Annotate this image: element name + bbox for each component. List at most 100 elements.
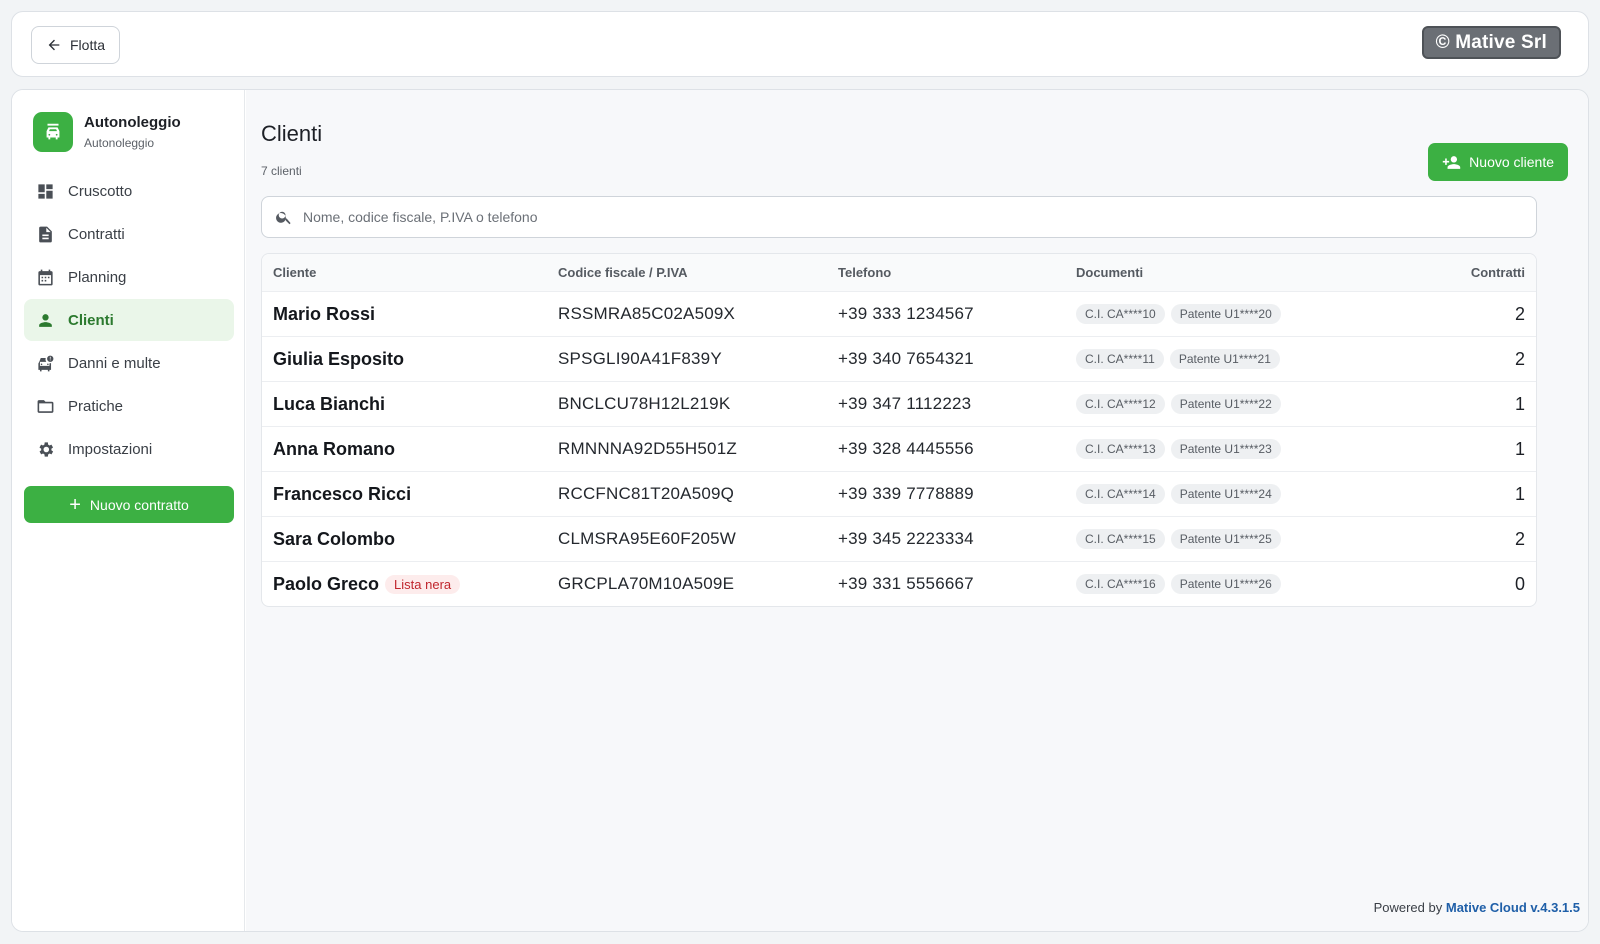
client-name[interactable]: Paolo Greco [273,574,379,595]
document-icon [39,226,52,242]
cell-cliente: Paolo Greco Lista nera [262,574,558,595]
cell-cliente: Anna Romano [262,439,558,460]
sidebar-item-cruscotto[interactable]: Cruscotto [24,170,234,212]
client-name[interactable]: Sara Colombo [273,529,395,550]
cell-telefono: +39 331 5556667 [838,574,974,593]
document-chip-ci: C.I. CA****11 [1076,349,1164,369]
arrow-left-icon [48,39,60,51]
sidebar-nav: Cruscotto Contratti Planning Clienti Dan… [24,170,234,471]
footer-brand-link[interactable]: Mative Cloud v.4.3.1.5 [1446,900,1580,915]
cell-cliente: Luca Bianchi [262,394,558,415]
table-row[interactable]: Sara Colombo CLMSRA95E60F205W +39 345 2223… [262,516,1536,561]
footer: Powered by Mative Cloud v.4.3.1.5 [1374,900,1580,915]
client-count: 7 clienti [261,164,302,178]
document-chip-patente: Patente U1****20 [1170,304,1281,324]
document-chip-ci: C.I. CA****12 [1076,394,1165,414]
cell-telefono: +39 328 4445556 [838,439,974,458]
gear-icon [39,441,54,457]
car-logo-icon [33,112,73,152]
sidebar-item-pratiche[interactable]: Pratiche [24,385,234,427]
search-icon [276,211,291,225]
cell-codice-fiscale: CLMSRA95E60F205W [558,529,736,548]
cell-documenti: C.I. CA****15 Patente U1****25 [1076,529,1406,549]
cell-contratti: 1 [1514,483,1525,504]
table-row[interactable]: Mario Rossi RSSMRA85C02A509X +39 333 12345… [262,291,1536,336]
car-damage-icon [38,355,54,371]
column-header-codice-fiscale[interactable]: Codice fiscale / P.IVA [558,265,838,280]
cell-documenti: C.I. CA****11 Patente U1****21 [1076,349,1406,369]
cell-codice-fiscale: GRCPLA70M10A509E [558,574,735,593]
table-header: Cliente Codice fiscale / P.IVA Telefono … [262,254,1536,291]
cell-documenti: C.I. CA****10 Patente U1****20 [1076,304,1406,324]
document-chip-ci: C.I. CA****15 [1076,529,1165,549]
cell-telefono: +39 345 2223334 [838,529,974,548]
document-chip-ci: C.I. CA****16 [1076,574,1165,594]
back-button[interactable]: Flotta [31,26,121,64]
client-name[interactable]: Luca Bianchi [273,394,385,415]
new-client-button[interactable]: Nuovo cliente [1428,143,1568,181]
cell-documenti: C.I. CA****12 Patente U1****22 [1076,394,1406,414]
document-chip-patente: Patente U1****25 [1170,529,1281,549]
cell-documenti: C.I. CA****13 Patente U1****23 [1076,439,1406,459]
cell-cliente: Giulia Esposito [262,349,558,370]
document-chip-patente: Patente U1****23 [1170,439,1281,459]
client-name[interactable]: Anna Romano [273,439,395,460]
new-contract-label: Nuovo contratto [89,496,189,513]
plus-icon: + [69,493,81,516]
sidebar-item-contratti[interactable]: Contratti [24,213,234,255]
cell-cliente: Mario Rossi [262,304,558,325]
sidebar-item-label: Contratti [68,225,125,243]
column-header-cliente[interactable]: Cliente [262,265,558,280]
client-name[interactable]: Mario Rossi [273,304,375,325]
copyright-badge: © Mative Srl [1421,26,1561,59]
back-label: Flotta [70,37,106,53]
top-bar: Flotta © Mative Srl [11,11,1589,77]
folder-icon [37,399,54,413]
sidebar-item-label: Pratiche [68,397,124,415]
table-row[interactable]: Giulia Esposito SPSGLI90A41F839Y +39 340 7… [262,336,1536,381]
column-header-telefono[interactable]: Telefono [838,265,1076,280]
cell-contratti: 0 [1514,573,1525,594]
main-content: Clienti 7 clienti Nuovo cliente Cliente … [246,90,1588,931]
document-chip-patente: Patente U1****22 [1170,394,1281,414]
search-input[interactable] [303,209,1503,225]
search-bar [261,196,1537,238]
sidebar-item-planning[interactable]: Planning [24,256,234,298]
table-row[interactable]: Luca Bianchi BNCLCU78H12L219K +39 347 1112… [262,381,1536,426]
sidebar: Autonoleggio Autonoleggio Cruscotto Cont… [12,90,245,931]
cell-telefono: +39 347 1112223 [838,394,972,413]
cell-cliente: Francesco Ricci [262,484,558,505]
cell-contratti: 2 [1514,348,1525,369]
blacklist-badge: Lista nera [385,574,461,594]
sidebar-item-label: Cruscotto [68,182,133,200]
cell-codice-fiscale: BNCLCU78H12L219K [558,394,731,413]
cell-cliente: Sara Colombo [262,529,558,550]
table-row[interactable]: Anna Romano RMNNNA92D55H501Z +39 328 44455… [262,426,1536,471]
sidebar-item-impostazioni[interactable]: Impostazioni [24,428,234,470]
sidebar-item-danni-e-multe[interactable]: Danni e multe [24,342,234,384]
column-header-documenti[interactable]: Documenti [1076,265,1406,280]
cell-codice-fiscale: RSSMRA85C02A509X [558,304,736,323]
cell-contratti: 1 [1514,438,1525,459]
document-chip-ci: C.I. CA****14 [1076,484,1165,504]
cell-contratti: 2 [1514,303,1525,324]
cell-documenti: C.I. CA****16 Patente U1****26 [1076,574,1406,594]
table-row[interactable]: Francesco Ricci RCCFNC81T20A509Q +39 339 7… [262,471,1536,516]
cell-codice-fiscale: SPSGLI90A41F839Y [558,349,722,368]
client-name[interactable]: Francesco Ricci [273,484,411,505]
client-name[interactable]: Giulia Esposito [273,349,404,370]
person-icon [39,313,52,327]
cell-telefono: +39 339 7778889 [838,484,974,503]
document-chip-patente: Patente U1****26 [1170,574,1281,594]
footer-prefix: Powered by [1373,900,1443,915]
sidebar-item-label: Danni e multe [68,354,161,372]
document-chip-ci: C.I. CA****13 [1076,439,1165,459]
sidebar-item-clienti[interactable]: Clienti [24,299,234,341]
column-header-contratti[interactable]: Contratti [1406,265,1536,280]
new-contract-button[interactable]: + Nuovo contratto [24,486,234,523]
sidebar-item-label: Planning [68,268,127,286]
cell-codice-fiscale: RMNNNA92D55H501Z [558,439,737,458]
page-title: Clienti [261,121,323,146]
table-row[interactable]: Paolo Greco Lista nera GRCPLA70M10A509E +39… [262,561,1536,606]
person-add-icon [1442,155,1461,169]
